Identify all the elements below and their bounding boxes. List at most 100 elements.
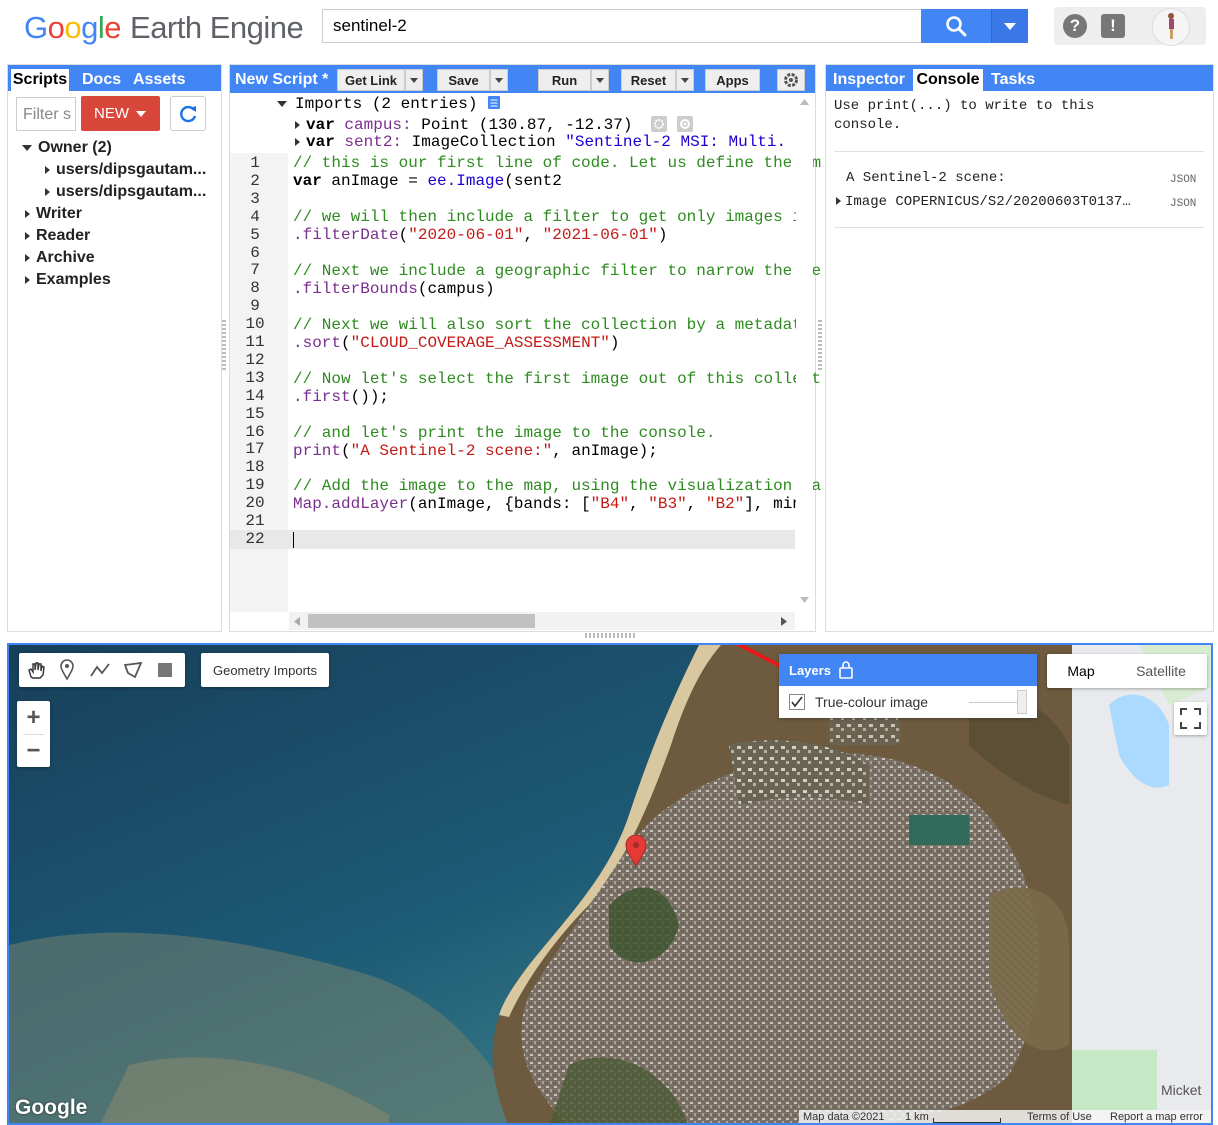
right-resize-handle[interactable] bbox=[818, 320, 822, 372]
terms-link[interactable]: Terms of Use bbox=[1027, 1111, 1092, 1123]
tab-inspector[interactable]: Inspector bbox=[833, 69, 905, 91]
search-dropdown-button[interactable] bbox=[991, 9, 1028, 43]
layer-checkbox[interactable] bbox=[789, 694, 805, 710]
tree-item-archive[interactable]: Archive bbox=[25, 249, 95, 267]
settings-button[interactable] bbox=[777, 69, 805, 91]
left-resize-handle[interactable] bbox=[222, 320, 226, 372]
scroll-down-icon[interactable] bbox=[800, 597, 809, 603]
text-cursor bbox=[293, 532, 294, 548]
new-script-button[interactable]: NEW bbox=[81, 96, 160, 131]
document-icon[interactable] bbox=[487, 95, 501, 110]
json-button[interactable]: JSON bbox=[1170, 198, 1196, 210]
app-logo[interactable]: Google Earth Engine bbox=[24, 10, 304, 46]
app-header: GoogleEarth Engine ? ! bbox=[0, 0, 1218, 62]
line-number: 14 bbox=[245, 386, 265, 405]
line-draw-icon[interactable] bbox=[89, 661, 111, 679]
run-button[interactable]: Run bbox=[538, 69, 591, 91]
code-token: "2020-06-01" bbox=[408, 226, 524, 244]
vertical-scrollbar[interactable] bbox=[796, 95, 813, 610]
code-token: .first bbox=[293, 388, 351, 406]
tree-item-reader[interactable]: Reader bbox=[25, 227, 90, 245]
scale-label[interactable]: 1 km bbox=[905, 1111, 929, 1123]
fullscreen-button[interactable] bbox=[1174, 702, 1207, 735]
lock-icon[interactable] bbox=[839, 661, 853, 679]
caret-right-icon bbox=[25, 275, 30, 284]
line-number: 13 bbox=[245, 368, 265, 387]
tree-item-examples[interactable]: Examples bbox=[25, 271, 111, 289]
import-campus[interactable]: var campus: Point (130.87, -12.37) bbox=[295, 116, 632, 134]
new-button-label: NEW bbox=[94, 105, 129, 122]
map-type-map-button[interactable]: Map bbox=[1047, 654, 1115, 688]
location-marker-icon[interactable] bbox=[625, 835, 647, 867]
save-button[interactable]: Save bbox=[437, 69, 490, 91]
get-link-button[interactable]: Get Link bbox=[337, 69, 405, 91]
scroll-up-icon[interactable] bbox=[800, 99, 809, 105]
line-number: 2 bbox=[250, 171, 260, 190]
import-keyword: var bbox=[306, 116, 335, 134]
scroll-left-icon[interactable] bbox=[294, 617, 300, 626]
line-number: 22 bbox=[245, 529, 265, 548]
imports-header[interactable]: Imports (2 entries) bbox=[277, 95, 501, 113]
tree-item-owner[interactable]: Owner (2) bbox=[22, 139, 112, 157]
tree-item-label: users/dipsgautam... bbox=[56, 161, 207, 178]
code-token: campus bbox=[427, 280, 486, 298]
run-dropdown[interactable] bbox=[591, 69, 609, 91]
save-dropdown[interactable] bbox=[490, 69, 508, 91]
search-box bbox=[322, 9, 941, 43]
code-line: // and let's print the image to the cons… bbox=[293, 424, 716, 442]
scripts-filter-input[interactable]: Filter s bbox=[16, 97, 76, 131]
reset-button[interactable]: Reset bbox=[621, 69, 676, 91]
tab-docs[interactable]: Docs bbox=[82, 69, 121, 91]
hand-icon[interactable] bbox=[25, 660, 47, 680]
opacity-slider-track[interactable] bbox=[969, 702, 1019, 703]
line-number: 11 bbox=[245, 333, 265, 351]
json-button[interactable]: JSON bbox=[1170, 174, 1196, 186]
code-token: "A Sentinel-2 scene:" bbox=[350, 442, 553, 460]
rectangle-draw-icon[interactable] bbox=[157, 662, 173, 678]
report-map-error-link[interactable]: Report a map error bbox=[1110, 1111, 1203, 1123]
tree-item-repo[interactable]: users/dipsgautam... bbox=[45, 161, 206, 179]
refresh-icon bbox=[180, 105, 197, 122]
gear-icon[interactable] bbox=[651, 116, 667, 132]
tab-tasks[interactable]: Tasks bbox=[991, 69, 1035, 91]
opacity-slider-handle[interactable] bbox=[1017, 690, 1027, 714]
console-entry-object[interactable]: Image COPERNICUS/S2/20200603T0137… bbox=[836, 194, 1131, 210]
code-line: // Next we include a geographic filter t… bbox=[293, 262, 822, 280]
avatar[interactable] bbox=[1152, 8, 1190, 46]
layers-header[interactable]: Layers bbox=[779, 654, 1037, 686]
code-line: // this is our first line of code. Let u… bbox=[293, 154, 822, 172]
target-icon[interactable] bbox=[677, 116, 693, 132]
caret-right-icon bbox=[25, 231, 30, 240]
map-type-satellite-button[interactable]: Satellite bbox=[1115, 654, 1207, 688]
search-button[interactable] bbox=[921, 9, 991, 43]
map-view[interactable]: Geometry Imports + − Layers True-colour … bbox=[7, 643, 1213, 1125]
geometry-imports-button[interactable]: Geometry Imports bbox=[201, 653, 329, 687]
scrollbar-thumb[interactable] bbox=[308, 614, 535, 628]
script-title[interactable]: New Script * bbox=[235, 69, 328, 91]
zoom-in-button[interactable]: + bbox=[17, 701, 50, 734]
help-icon[interactable]: ? bbox=[1063, 14, 1087, 38]
tree-item-repo[interactable]: users/dipsgautam... bbox=[45, 183, 206, 201]
line-number: 5 bbox=[250, 225, 260, 244]
apps-button[interactable]: Apps bbox=[705, 69, 760, 91]
line-number: 18 bbox=[245, 458, 265, 477]
code-token: "B2" bbox=[705, 495, 745, 513]
tab-assets[interactable]: Assets bbox=[133, 69, 185, 91]
tab-scripts[interactable]: Scripts bbox=[11, 69, 69, 91]
horizontal-scrollbar[interactable] bbox=[289, 612, 795, 630]
polygon-draw-icon[interactable] bbox=[122, 661, 144, 679]
zoom-out-button[interactable]: − bbox=[17, 735, 50, 767]
code-line: .sort("CLOUD_COVERAGE_ASSESSMENT") bbox=[293, 334, 619, 352]
tab-console[interactable]: Console bbox=[913, 69, 983, 91]
map-resize-handle[interactable] bbox=[585, 633, 635, 638]
refresh-button[interactable] bbox=[170, 96, 206, 131]
search-input[interactable] bbox=[323, 10, 941, 42]
feedback-icon[interactable]: ! bbox=[1101, 14, 1125, 38]
reset-dropdown[interactable] bbox=[676, 69, 694, 91]
import-sent2[interactable]: var sent2: ImageCollection "Sentinel-2 M… bbox=[295, 133, 786, 151]
point-marker-icon[interactable] bbox=[59, 659, 75, 681]
get-link-dropdown[interactable] bbox=[405, 69, 423, 91]
map-data-attribution[interactable]: Map data ©2021 bbox=[803, 1111, 885, 1123]
scroll-right-icon[interactable] bbox=[781, 617, 787, 626]
tree-item-writer[interactable]: Writer bbox=[25, 205, 82, 223]
